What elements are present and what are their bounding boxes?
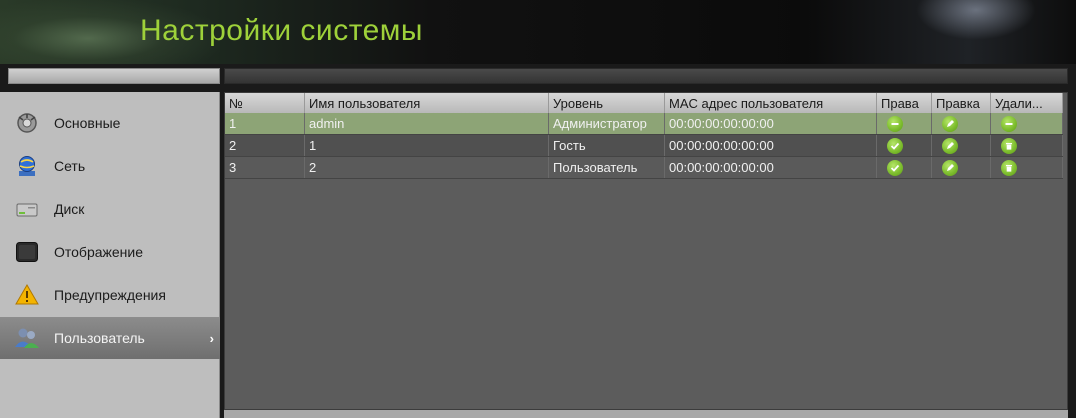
col-header-name: Имя пользователя xyxy=(305,93,549,113)
sidebar-item-display[interactable]: Отображение xyxy=(0,231,220,273)
pencil-icon[interactable] xyxy=(942,115,958,132)
trash-icon[interactable] xyxy=(1001,137,1017,154)
check-icon[interactable] xyxy=(887,137,903,154)
sidebar-item-label: Отображение xyxy=(54,244,144,260)
table-row[interactable]: 3 2 Пользователь 00:00:00:00:00:00 xyxy=(225,157,1063,179)
cell-level: Пользователь xyxy=(549,157,665,178)
content-top-bar xyxy=(224,68,1068,84)
network-globe-icon xyxy=(14,153,40,179)
cell-delete xyxy=(991,135,1063,156)
col-header-mac: MAC адрес пользователя xyxy=(665,93,877,113)
cell-edit xyxy=(932,135,991,156)
cell-edit xyxy=(932,157,991,178)
cell-edit xyxy=(932,113,991,134)
pencil-icon[interactable] xyxy=(942,159,958,176)
table-header: № Имя пользователя Уровень MAC адрес пол… xyxy=(225,93,1063,113)
sidebar-item-user[interactable]: Пользователь › xyxy=(0,317,220,359)
disk-drive-icon xyxy=(14,196,40,222)
cell-name: 1 xyxy=(305,135,549,156)
sidebar: Основные Сеть Диск Отображение Предупреж… xyxy=(0,92,220,418)
settings-icon xyxy=(14,110,40,136)
col-header-rights: Права xyxy=(877,93,932,113)
cell-no: 3 xyxy=(225,157,305,178)
cell-level: Гость xyxy=(549,135,665,156)
minus-icon xyxy=(887,115,903,132)
pencil-icon[interactable] xyxy=(942,137,958,154)
content-bottom-strip xyxy=(224,410,1068,418)
table-row[interactable]: 2 1 Гость 00:00:00:00:00:00 xyxy=(225,135,1063,157)
col-header-edit: Правка xyxy=(932,93,991,113)
cell-delete xyxy=(991,157,1063,178)
sidebar-item-warnings[interactable]: Предупреждения xyxy=(0,274,220,316)
sidebar-item-label: Сеть xyxy=(54,158,86,174)
cell-rights xyxy=(877,113,932,134)
header-banner: Настройки системы xyxy=(0,0,1076,64)
sidebar-item-label: Диск xyxy=(54,201,85,217)
table-row[interactable]: 1 admin Администратор 00:00:00:00:00:00 xyxy=(225,113,1063,135)
cell-rights xyxy=(877,157,932,178)
sidebar-top-bar xyxy=(8,68,220,84)
cell-no: 1 xyxy=(225,113,305,134)
cell-level: Администратор xyxy=(549,113,665,134)
sidebar-item-disk[interactable]: Диск xyxy=(0,188,220,230)
col-header-no: № xyxy=(225,93,305,113)
sidebar-item-network[interactable]: Сеть xyxy=(0,145,220,187)
cell-mac: 00:00:00:00:00:00 xyxy=(665,135,877,156)
chevron-right-icon: › xyxy=(209,330,214,346)
check-icon[interactable] xyxy=(887,159,903,176)
cell-name: admin xyxy=(305,113,549,134)
sidebar-item-label: Предупреждения xyxy=(54,287,166,303)
cell-mac: 00:00:00:00:00:00 xyxy=(665,157,877,178)
sidebar-item-label: Пользователь xyxy=(54,330,145,346)
trash-icon[interactable] xyxy=(1001,159,1017,176)
minus-icon xyxy=(1001,115,1017,132)
col-header-delete: Удали... xyxy=(991,93,1063,113)
monitor-icon xyxy=(14,239,40,265)
sidebar-item-general[interactable]: Основные xyxy=(0,102,220,144)
cell-no: 2 xyxy=(225,135,305,156)
cell-delete xyxy=(991,113,1063,134)
warning-icon xyxy=(14,282,40,308)
sidebar-item-label: Основные xyxy=(54,115,121,131)
cell-mac: 00:00:00:00:00:00 xyxy=(665,113,877,134)
col-header-level: Уровень xyxy=(549,93,665,113)
cell-name: 2 xyxy=(305,157,549,178)
page-title: Настройки системы xyxy=(140,14,423,47)
user-table-panel: № Имя пользователя Уровень MAC адрес пол… xyxy=(224,92,1068,410)
users-icon xyxy=(14,325,40,351)
cell-rights xyxy=(877,135,932,156)
